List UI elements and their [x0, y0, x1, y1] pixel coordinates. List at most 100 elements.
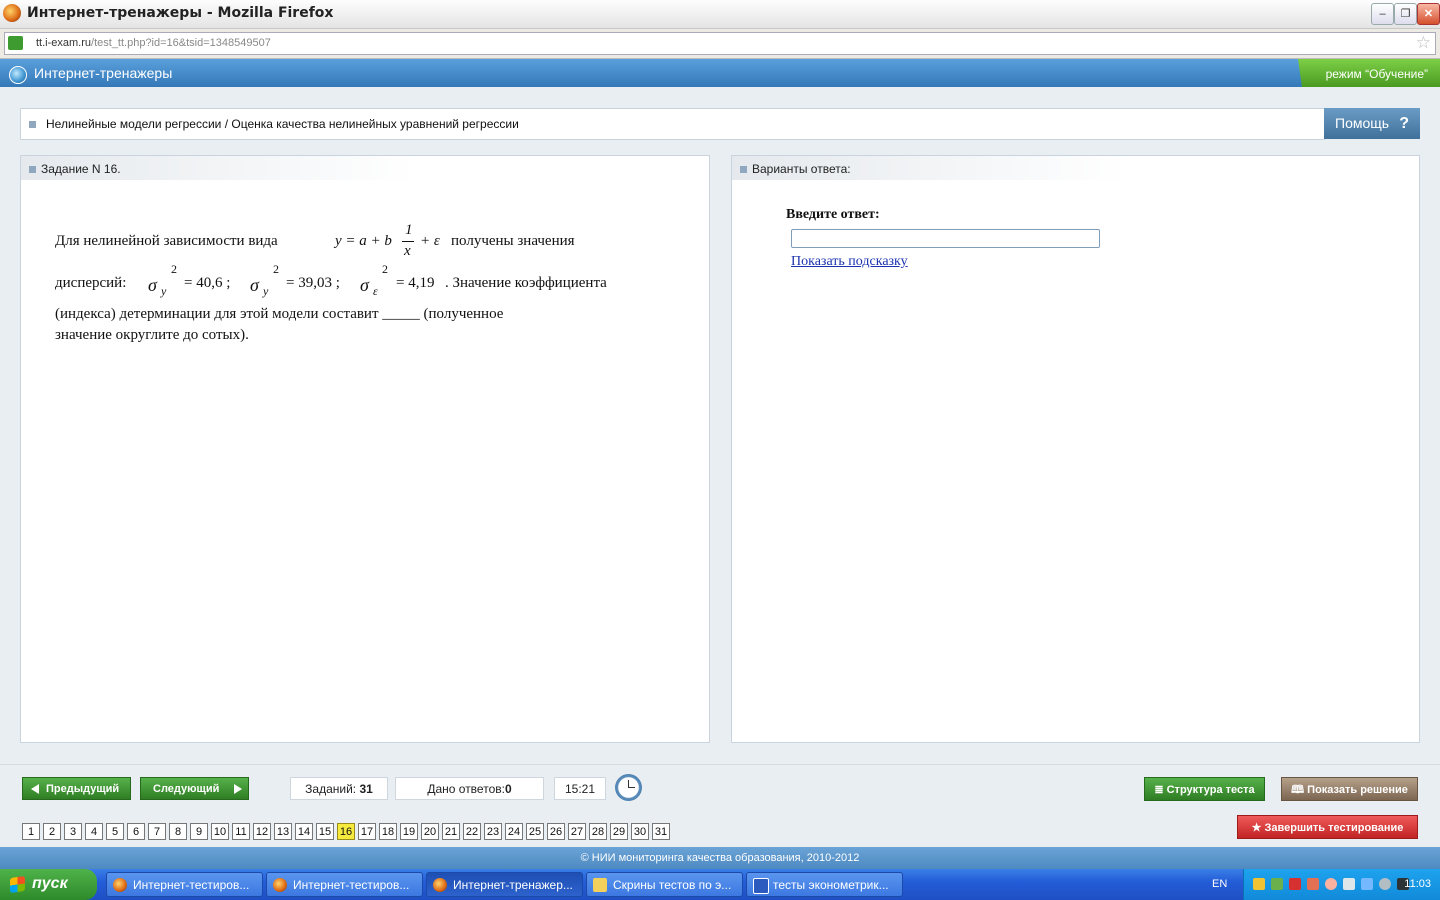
taskbar-item-label: Интернет-тренажер...: [453, 878, 573, 892]
page-button-14[interactable]: 14: [295, 823, 313, 840]
sigma-y: σ: [148, 275, 157, 295]
page-button-17[interactable]: 17: [358, 823, 376, 840]
question-line-3: (индекса) детерминации для этой модели с…: [55, 306, 504, 322]
page-button-6[interactable]: 6: [127, 823, 145, 840]
page-button-9[interactable]: 9: [190, 823, 208, 840]
site-footer: © НИИ мониторинга качества образования, …: [0, 847, 1440, 869]
show-hint-link[interactable]: Показать подсказку: [791, 254, 908, 270]
page-button-24[interactable]: 24: [505, 823, 523, 840]
close-button[interactable]: ✕: [1417, 3, 1440, 25]
tray-display-icon[interactable]: [1361, 878, 1373, 890]
taskbar-item[interactable]: Интернет-тестиров...: [106, 872, 263, 897]
word-icon: [753, 878, 769, 894]
sigma-e: σ: [360, 275, 369, 295]
answer-panel: Варианты ответа: Введите ответ: Показать…: [731, 155, 1420, 743]
sigma-yhat-sub: y: [263, 284, 269, 298]
sigma-y-sub: y: [161, 284, 167, 298]
bookmark-star-icon[interactable]: ☆: [1416, 33, 1431, 53]
tray-volume-icon[interactable]: [1343, 878, 1355, 890]
page-button-19[interactable]: 19: [400, 823, 418, 840]
question-line-1a: Для нелинейной зависимости вида: [55, 233, 278, 249]
answers-label: Дано ответов:: [427, 782, 505, 796]
show-solution-label: Показать решение: [1307, 784, 1408, 796]
task-panel-header: Задание N 16.: [21, 156, 416, 180]
formula-fraction-numerator: 1: [405, 222, 413, 238]
prev-button[interactable]: Предыдущий: [22, 777, 131, 800]
sigma-yhat-value: = 39,03 ;: [286, 275, 340, 291]
tray-misc-icon[interactable]: [1379, 878, 1391, 890]
start-button[interactable]: пуск: [0, 869, 97, 900]
window-title: Интернет-тренажеры - Mozilla Firefox: [27, 5, 334, 21]
timer: 15:21: [554, 777, 606, 800]
page-button-21[interactable]: 21: [442, 823, 460, 840]
show-solution-button[interactable]: 🕮 Показать решение: [1281, 777, 1418, 801]
help-button[interactable]: Помощь ?: [1324, 108, 1420, 139]
tray-update-icon[interactable]: [1325, 878, 1337, 890]
answers-count-box: Дано ответов:0: [395, 777, 544, 800]
taskbar-item[interactable]: Скрины тестов по э...: [586, 872, 743, 897]
formula-fraction-denominator: x: [404, 243, 411, 259]
page-button-18[interactable]: 18: [379, 823, 397, 840]
page-button-1[interactable]: 1: [22, 823, 40, 840]
bullet-square-icon: [740, 166, 747, 173]
page-button-5[interactable]: 5: [106, 823, 124, 840]
sigma-yhat: σ: [250, 275, 259, 295]
firefox-icon: [273, 878, 287, 892]
finish-test-button[interactable]: ★ Завершить тестирование: [1237, 815, 1418, 839]
tray-network-icon[interactable]: [1271, 878, 1283, 890]
page-button-20[interactable]: 20: [421, 823, 439, 840]
taskbar-item[interactable]: тесты эконометрик...: [746, 872, 903, 897]
next-button[interactable]: Следующий: [140, 777, 249, 800]
arrow-left-icon: [31, 784, 39, 794]
site-header: Интернет-тренажеры режим “Обучение”: [0, 59, 1440, 87]
task-heading: Задание N 16.: [41, 162, 121, 176]
page-button-28[interactable]: 28: [589, 823, 607, 840]
page-button-31[interactable]: 31: [652, 823, 670, 840]
question-line-4: значение округлите до сотых).: [55, 327, 249, 343]
page-button-16[interactable]: 16: [337, 823, 355, 840]
answer-panel-header: Варианты ответа:: [732, 156, 1127, 180]
breadcrumb: Нелинейные модели регрессии / Оценка кач…: [20, 108, 1325, 140]
taskbar-item[interactable]: Интернет-тестиров...: [266, 872, 423, 897]
page-button-27[interactable]: 27: [568, 823, 586, 840]
maximize-button[interactable]: ❐: [1394, 3, 1417, 25]
page-button-23[interactable]: 23: [484, 823, 502, 840]
language-indicator[interactable]: EN: [1212, 878, 1227, 890]
taskbar-item[interactable]: Интернет-тренажер...: [426, 872, 583, 897]
tray-security-icon[interactable]: [1307, 878, 1319, 890]
sigma-yhat-sup: 2: [273, 262, 279, 276]
page-button-10[interactable]: 10: [211, 823, 229, 840]
page-button-29[interactable]: 29: [610, 823, 628, 840]
question-mark-icon: ?: [1399, 115, 1409, 132]
page-button-30[interactable]: 30: [631, 823, 649, 840]
question-line-1b: получены значения: [451, 233, 575, 249]
page-button-22[interactable]: 22: [463, 823, 481, 840]
page-button-8[interactable]: 8: [169, 823, 187, 840]
help-label: Помощь: [1335, 115, 1390, 131]
page-button-26[interactable]: 26: [547, 823, 565, 840]
page-button-13[interactable]: 13: [274, 823, 292, 840]
tray-app-icon[interactable]: [1253, 878, 1265, 890]
test-structure-label: Структура теста: [1166, 784, 1255, 796]
url-text[interactable]: tt.i-exam.ru/test_tt.php?id=16&tsid=1348…: [36, 37, 271, 49]
globe-icon: [9, 66, 27, 84]
bullet-square-icon: [29, 121, 36, 128]
url-bar[interactable]: tt.i-exam.ru/test_tt.php?id=16&tsid=1348…: [4, 32, 1436, 55]
bullet-square-icon: [29, 166, 36, 173]
test-structure-button[interactable]: ≣ Структура теста: [1144, 777, 1265, 801]
tasks-count-box: Заданий: 31: [290, 777, 388, 800]
page-button-15[interactable]: 15: [316, 823, 334, 840]
page-button-2[interactable]: 2: [43, 823, 61, 840]
taskbar-item-label: Скрины тестов по э...: [613, 878, 732, 892]
page-button-11[interactable]: 11: [232, 823, 250, 840]
taskbar-item-label: Интернет-тестиров...: [293, 878, 410, 892]
tray-acrobat-icon[interactable]: [1289, 878, 1301, 890]
page-button-12[interactable]: 12: [253, 823, 271, 840]
answer-input[interactable]: [791, 229, 1100, 248]
page-button-3[interactable]: 3: [64, 823, 82, 840]
clock-icon: [615, 774, 642, 801]
page-button-4[interactable]: 4: [85, 823, 103, 840]
page-button-7[interactable]: 7: [148, 823, 166, 840]
page-button-25[interactable]: 25: [526, 823, 544, 840]
minimize-button[interactable]: –: [1371, 3, 1394, 25]
